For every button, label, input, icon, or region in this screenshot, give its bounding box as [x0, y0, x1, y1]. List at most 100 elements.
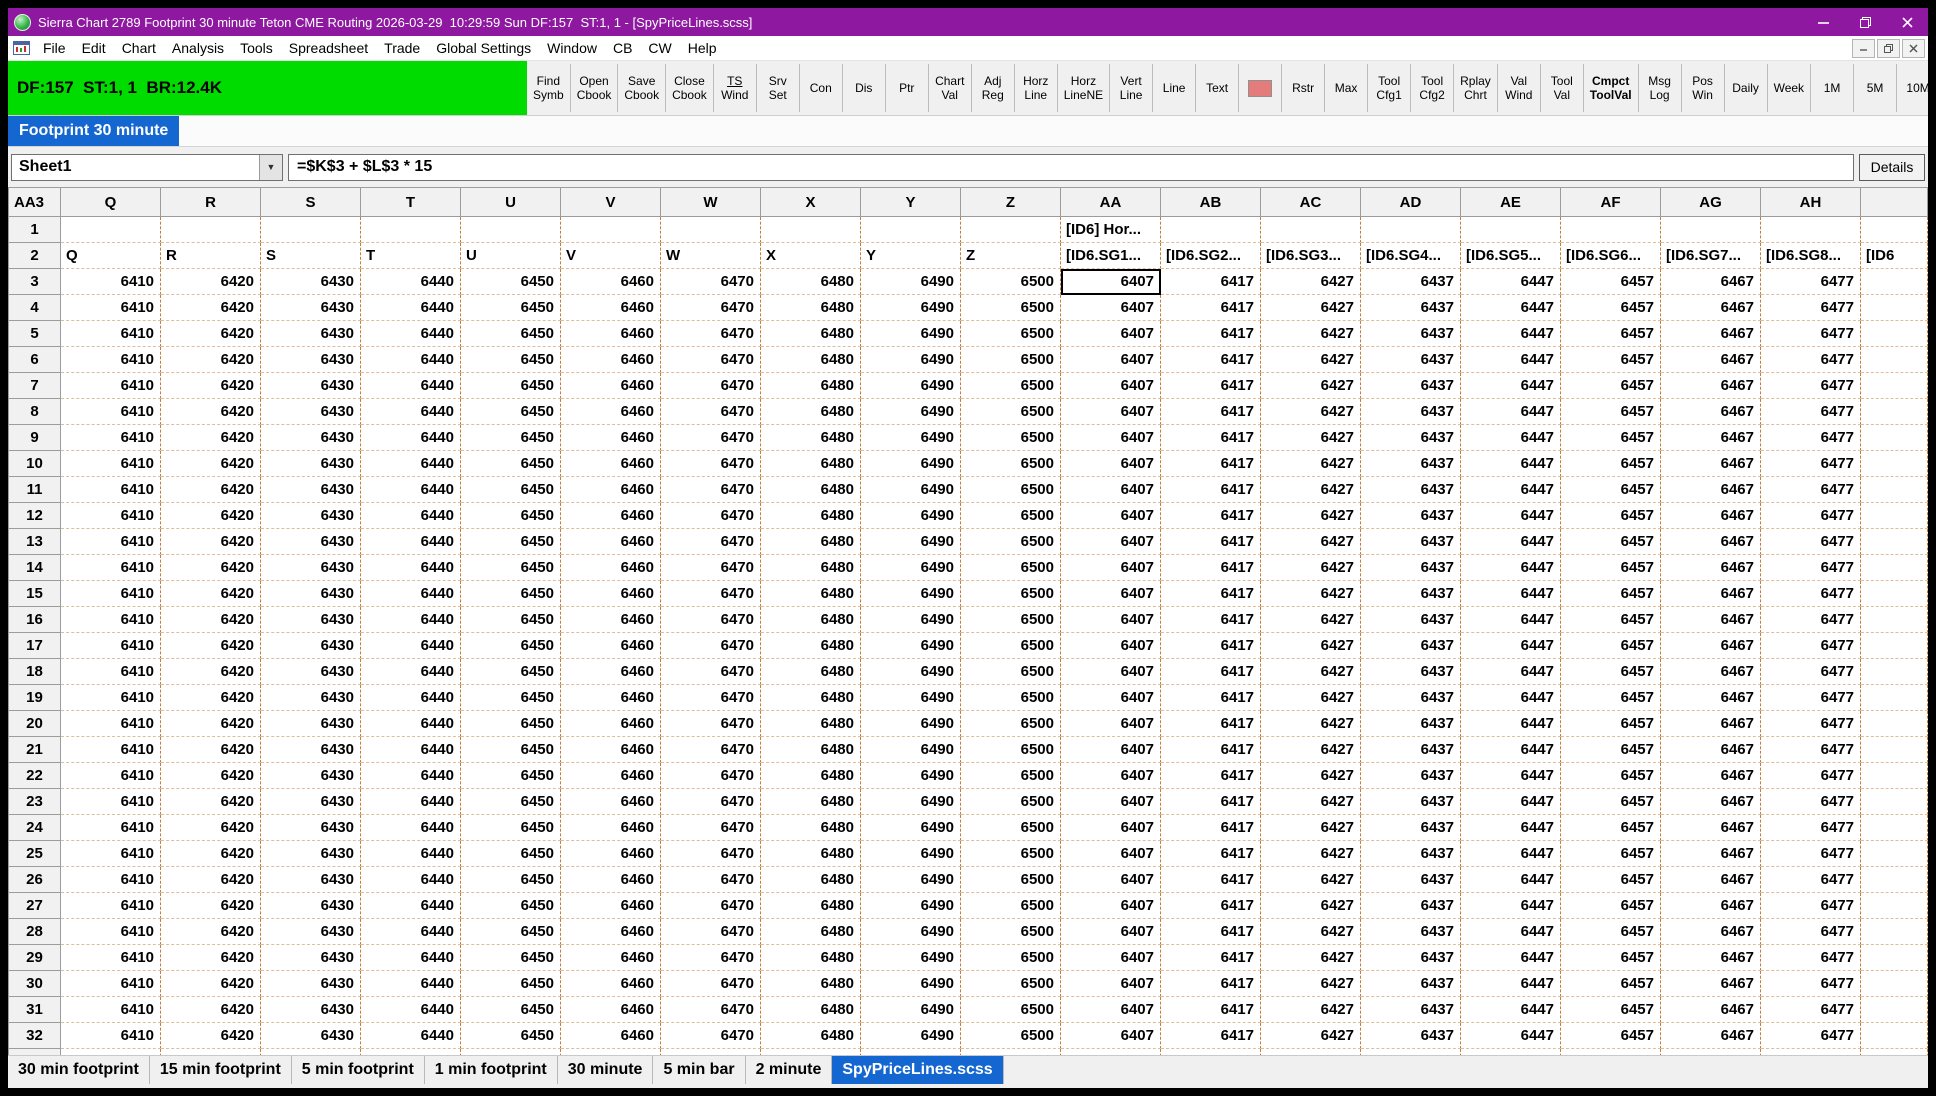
cell-AG25[interactable]: 6467 [1661, 841, 1761, 867]
cell-W21[interactable]: 6470 [661, 737, 761, 763]
cell-R17[interactable]: 6420 [161, 633, 261, 659]
cell-Y19[interactable]: 6490 [861, 685, 961, 711]
cell-V21[interactable]: 6460 [561, 737, 661, 763]
cell-W32[interactable]: 6470 [661, 1023, 761, 1049]
cell-AE4[interactable]: 6447 [1461, 295, 1561, 321]
cell-AA2[interactable]: [ID6.SG1... [1061, 243, 1161, 269]
cell-AA5[interactable]: 6407 [1061, 321, 1161, 347]
tool-adj-reg[interactable]: AdjReg [972, 64, 1015, 112]
cell-U17[interactable]: 6450 [461, 633, 561, 659]
cell-AD2[interactable]: [ID6.SG4... [1361, 243, 1461, 269]
tool-rstr[interactable]: Rstr [1282, 64, 1325, 112]
cell-S18[interactable]: 6430 [261, 659, 361, 685]
col-header-Z[interactable]: Z [961, 188, 1061, 217]
cell-AH20[interactable]: 6477 [1761, 711, 1861, 737]
cell-AE6[interactable]: 6447 [1461, 347, 1561, 373]
cell-AI14[interactable] [1861, 555, 1928, 581]
cell-AF9[interactable]: 6457 [1561, 425, 1661, 451]
cell-U14[interactable]: 6450 [461, 555, 561, 581]
cell-AB8[interactable]: 6417 [1161, 399, 1261, 425]
cell-AF16[interactable]: 6457 [1561, 607, 1661, 633]
cell-T5[interactable]: 6440 [361, 321, 461, 347]
cell-V10[interactable]: 6460 [561, 451, 661, 477]
cell-V11[interactable]: 6460 [561, 477, 661, 503]
cell-R9[interactable]: 6420 [161, 425, 261, 451]
cell-S23[interactable]: 6430 [261, 789, 361, 815]
cell-T13[interactable]: 6440 [361, 529, 461, 555]
cell-AH22[interactable]: 6477 [1761, 763, 1861, 789]
cell-S6[interactable]: 6430 [261, 347, 361, 373]
cell-U12[interactable]: 6450 [461, 503, 561, 529]
cell-R29[interactable]: 6420 [161, 945, 261, 971]
col-header-V[interactable]: V [561, 188, 661, 217]
cell-AA26[interactable]: 6407 [1061, 867, 1161, 893]
cell-AE24[interactable]: 6447 [1461, 815, 1561, 841]
cell-T1[interactable] [361, 217, 461, 243]
cell-AC20[interactable]: 6427 [1261, 711, 1361, 737]
cell-Q26[interactable]: 6410 [61, 867, 161, 893]
cell-Y13[interactable]: 6490 [861, 529, 961, 555]
cell-AD1[interactable] [1361, 217, 1461, 243]
cell-AI22[interactable] [1861, 763, 1928, 789]
cell-AA31[interactable]: 6407 [1061, 997, 1161, 1023]
cell-AH9[interactable]: 6477 [1761, 425, 1861, 451]
chevron-down-icon[interactable]: ▼ [259, 155, 282, 180]
cell-X2[interactable]: X [761, 243, 861, 269]
cell-AA29[interactable]: 6407 [1061, 945, 1161, 971]
cell-AI15[interactable] [1861, 581, 1928, 607]
row-header-29[interactable]: 29 [9, 945, 61, 971]
cell-Q21[interactable]: 6410 [61, 737, 161, 763]
cell-W15[interactable]: 6470 [661, 581, 761, 607]
cell-AA25[interactable]: 6407 [1061, 841, 1161, 867]
cell-AI27[interactable] [1861, 893, 1928, 919]
cell-X24[interactable]: 6480 [761, 815, 861, 841]
cell-R14[interactable]: 6420 [161, 555, 261, 581]
cell-AG27[interactable]: 6467 [1661, 893, 1761, 919]
tool-val-wind[interactable]: ValWind [1498, 64, 1541, 112]
cell-U6[interactable]: 6450 [461, 347, 561, 373]
cell-T16[interactable]: 6440 [361, 607, 461, 633]
cell-AF17[interactable]: 6457 [1561, 633, 1661, 659]
cell-Y17[interactable]: 6490 [861, 633, 961, 659]
cell-AG31[interactable]: 6467 [1661, 997, 1761, 1023]
cell-U13[interactable]: 6450 [461, 529, 561, 555]
formula-input[interactable]: =$K$3 + $L$3 * 15 [288, 154, 1854, 181]
cell-AH2[interactable]: [ID6.SG8... [1761, 243, 1861, 269]
cell-AH21[interactable]: 6477 [1761, 737, 1861, 763]
cell-V8[interactable]: 6460 [561, 399, 661, 425]
cell-AC8[interactable]: 6427 [1261, 399, 1361, 425]
cell-T17[interactable]: 6440 [361, 633, 461, 659]
cell-T4[interactable]: 6440 [361, 295, 461, 321]
cell-AG26[interactable]: 6467 [1661, 867, 1761, 893]
cell-S1[interactable] [261, 217, 361, 243]
cell-X31[interactable]: 6480 [761, 997, 861, 1023]
cell-AG30[interactable]: 6467 [1661, 971, 1761, 997]
cell-Z25[interactable]: 6500 [961, 841, 1061, 867]
cell-Q28[interactable]: 6410 [61, 919, 161, 945]
cell-X13[interactable]: 6480 [761, 529, 861, 555]
cell-Q6[interactable]: 6410 [61, 347, 161, 373]
cell-Y12[interactable]: 6490 [861, 503, 961, 529]
cell-V14[interactable]: 6460 [561, 555, 661, 581]
cell-AF7[interactable]: 6457 [1561, 373, 1661, 399]
cell-AB10[interactable]: 6417 [1161, 451, 1261, 477]
row-header-18[interactable]: 18 [9, 659, 61, 685]
cell-Z32[interactable]: 6500 [961, 1023, 1061, 1049]
chart-tab[interactable]: Footprint 30 minute [8, 116, 179, 146]
cell-S7[interactable]: 6430 [261, 373, 361, 399]
menu-cb[interactable]: CB [605, 40, 640, 56]
cell-AI23[interactable] [1861, 789, 1928, 815]
cell-W27[interactable]: 6470 [661, 893, 761, 919]
cell-Q25[interactable]: 6410 [61, 841, 161, 867]
cell-AH17[interactable]: 6477 [1761, 633, 1861, 659]
cell-V29[interactable]: 6460 [561, 945, 661, 971]
cell-AD17[interactable]: 6437 [1361, 633, 1461, 659]
cell-S17[interactable]: 6430 [261, 633, 361, 659]
cell-W7[interactable]: 6470 [661, 373, 761, 399]
cell-Y5[interactable]: 6490 [861, 321, 961, 347]
row-header-17[interactable]: 17 [9, 633, 61, 659]
cell-AB16[interactable]: 6417 [1161, 607, 1261, 633]
cell-AI26[interactable] [1861, 867, 1928, 893]
cell-Q11[interactable]: 6410 [61, 477, 161, 503]
cell-T12[interactable]: 6440 [361, 503, 461, 529]
